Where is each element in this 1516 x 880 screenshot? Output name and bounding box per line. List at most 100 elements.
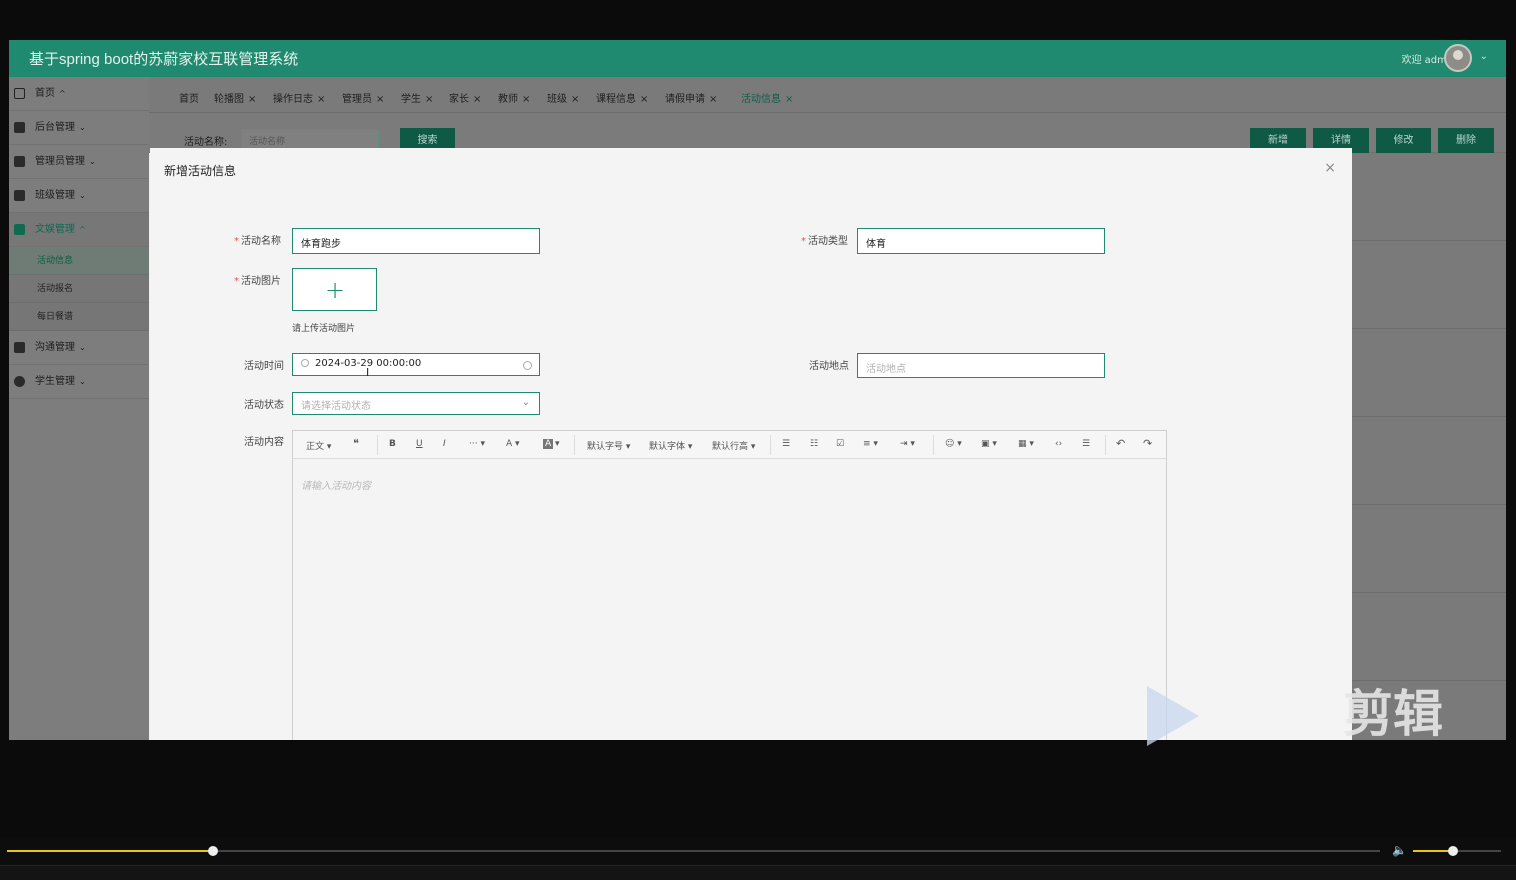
label-text: 活动类型: [808, 236, 848, 247]
sidebar-item-entertainment[interactable]: 文娱管理 ^: [9, 213, 149, 247]
close-icon[interactable]: ×: [640, 94, 648, 105]
activity-time-label: 活动时间: [244, 361, 284, 372]
italic-icon[interactable]: I: [443, 439, 446, 449]
close-icon[interactable]: ×: [571, 94, 579, 105]
sidebar-item-students[interactable]: 学生管理 ⌄: [9, 365, 149, 399]
upload-hint: 请上传活动图片: [292, 324, 356, 334]
font-family-dropdown[interactable]: 默认字体 ▾: [649, 439, 692, 452]
activity-content-label: 活动内容: [244, 437, 284, 448]
activity-type-input[interactable]: 体育: [857, 228, 1105, 254]
volume-handle[interactable]: [1447, 846, 1458, 856]
sidebar-item-label: 后台管理: [35, 122, 75, 133]
table-row: [1352, 329, 1506, 417]
text-cursor-icon: I: [366, 366, 370, 379]
sidebar-subitem-daily-menu[interactable]: 每日餐谱: [9, 303, 149, 331]
toolbar-label: 正文: [306, 442, 325, 452]
tab-label: 学生: [401, 94, 421, 105]
sidebar-subitem-activity-signup[interactable]: 活动报名: [9, 275, 149, 303]
tab-parents[interactable]: 家长 ×: [449, 90, 481, 105]
activity-status-select[interactable]: 请选择活动状态 ⌄: [292, 392, 540, 415]
indent-icon[interactable]: ⇥ ▾: [900, 439, 915, 449]
editor-toolbar: 正文 ▾ ❝ B U I ··· ▾ A ▾ A ▾ 默认字号 ▾ 默认字体 ▾ …: [293, 431, 1166, 459]
tab-label: 教师: [498, 94, 518, 105]
close-icon[interactable]: ×: [248, 94, 256, 105]
image-upload-button[interactable]: +: [292, 268, 377, 311]
tab-courses[interactable]: 课程信息 ×: [596, 90, 648, 105]
bullet-list-icon[interactable]: ☰: [782, 439, 790, 449]
underline-icon[interactable]: U: [416, 439, 423, 449]
close-icon[interactable]: ×: [1324, 160, 1336, 176]
close-icon[interactable]: ×: [522, 94, 530, 105]
tab-carousel[interactable]: 轮播图 ×: [214, 90, 256, 105]
font-color-icon[interactable]: A ▾: [506, 439, 520, 449]
table-background: [1352, 153, 1506, 740]
tab-activity-info[interactable]: 活动信息 ×: [741, 90, 793, 105]
sidebar-item-classes[interactable]: 班级管理 ⌄: [9, 179, 149, 213]
close-icon[interactable]: ×: [709, 94, 717, 105]
chevron-down-icon: ⌄: [79, 377, 86, 386]
toolbar-label: 默认字体: [649, 442, 686, 452]
close-icon[interactable]: ×: [425, 94, 433, 105]
app-title: 基于spring boot的苏蔚家校互联管理系统: [29, 51, 299, 68]
volume-icon[interactable]: 🔈: [1392, 843, 1407, 857]
edit-button[interactable]: 修改: [1376, 128, 1431, 153]
redo-icon[interactable]: ↷: [1143, 437, 1152, 450]
tab-classes[interactable]: 班级 ×: [547, 90, 579, 105]
close-icon[interactable]: ×: [376, 94, 384, 105]
tab-label: 首页: [179, 94, 199, 105]
bold-icon[interactable]: B: [389, 439, 396, 449]
sidebar-item-home[interactable]: 首页 ^: [9, 77, 149, 111]
gauge-icon: [14, 376, 25, 387]
table-icon: [14, 156, 25, 167]
close-icon[interactable]: ×: [473, 94, 481, 105]
tab-label: 课程信息: [596, 94, 636, 105]
chevron-down-icon: ⌄: [79, 123, 86, 132]
activity-location-input[interactable]: 活动地点: [857, 353, 1105, 378]
code-icon[interactable]: ‹›: [1055, 439, 1062, 449]
sidebar-subitem-activity-info[interactable]: 活动信息: [9, 247, 149, 275]
paragraph-style-dropdown[interactable]: 正文 ▾: [306, 439, 331, 452]
tab-students[interactable]: 学生 ×: [401, 90, 433, 105]
emoji-icon[interactable]: ☺ ▾: [945, 439, 962, 449]
table-icon[interactable]: ▦ ▾: [1018, 439, 1034, 449]
tab-teachers[interactable]: 教师 ×: [498, 90, 530, 105]
tab-leave-requests[interactable]: 请假申请 ×: [665, 90, 717, 105]
editor-placeholder: 请输入活动内容: [301, 481, 371, 492]
sidebar-item-communication[interactable]: 沟通管理 ⌄: [9, 331, 149, 365]
line-height-dropdown[interactable]: 默认行高 ▾: [712, 439, 755, 452]
undo-icon[interactable]: ↶: [1116, 437, 1125, 450]
sidebar-item-label: 首页: [35, 88, 55, 99]
todo-icon[interactable]: ☑: [836, 439, 844, 449]
image-icon[interactable]: ▣ ▾: [981, 439, 997, 449]
sidebar-item-admins[interactable]: 管理员管理 ⌄: [9, 145, 149, 179]
table-row: [1352, 153, 1506, 241]
rich-text-editor[interactable]: 正文 ▾ ❝ B U I ··· ▾ A ▾ A ▾ 默认字号 ▾ 默认字体 ▾ …: [292, 430, 1167, 740]
divider-line-icon[interactable]: ☰: [1082, 439, 1090, 449]
player-bottom-bar: [0, 865, 1516, 880]
delete-button[interactable]: 删除: [1438, 128, 1494, 153]
tab-logs[interactable]: 操作日志 ×: [273, 90, 325, 105]
numbered-list-icon[interactable]: ☷: [810, 439, 818, 449]
blockquote-icon[interactable]: ❝: [353, 437, 359, 450]
tab-home[interactable]: 首页: [179, 90, 199, 105]
more-styles-icon[interactable]: ··· ▾: [469, 439, 485, 449]
tab-label: 管理员: [342, 94, 372, 105]
close-icon[interactable]: ×: [785, 94, 793, 105]
sidebar: 首页 ^ 后台管理 ⌄ 管理员管理 ⌄ 班级管理 ⌄ 文娱管理 ^ 活动信息 活动报名 每…: [9, 77, 149, 740]
align-icon[interactable]: ≡ ▾: [863, 439, 878, 449]
sidebar-item-backend[interactable]: 后台管理 ⌄: [9, 111, 149, 145]
progress-handle[interactable]: [207, 846, 218, 856]
close-icon[interactable]: ×: [317, 94, 325, 105]
chevron-down-icon[interactable]: ⌄: [1480, 51, 1488, 62]
font-size-dropdown[interactable]: 默认字号 ▾: [587, 439, 630, 452]
activity-name-input[interactable]: 体育跑步: [292, 228, 540, 254]
tab-admins[interactable]: 管理员 ×: [342, 90, 384, 105]
chevron-down-icon: ▾: [555, 439, 560, 449]
clear-icon[interactable]: [523, 361, 532, 370]
plus-icon: +: [325, 276, 346, 304]
table-row: [1352, 505, 1506, 593]
sidebar-item-label: 沟通管理: [35, 342, 75, 353]
activity-time-picker[interactable]: 2024-03-29 00:00:00: [292, 353, 540, 376]
avatar[interactable]: [1444, 44, 1472, 72]
background-color-icon[interactable]: A: [543, 439, 554, 449]
